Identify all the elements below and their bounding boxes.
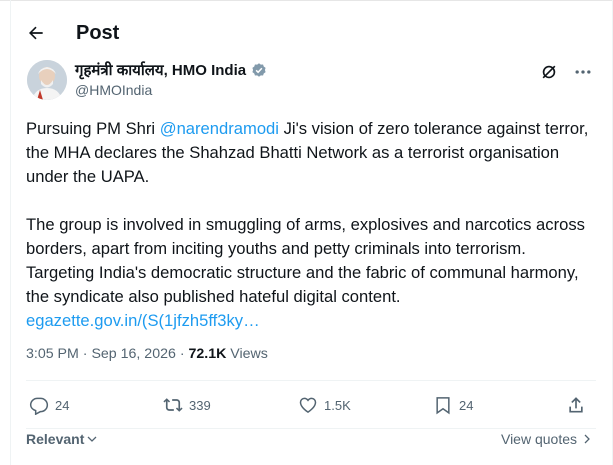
post-top-actions	[539, 62, 593, 82]
verified-badge-icon	[252, 63, 266, 77]
like-count: 1.5K	[324, 397, 351, 413]
reply-button[interactable]: 24	[29, 395, 69, 415]
post-time[interactable]: 3:05 PM	[26, 346, 79, 362]
page-header: Post	[10, 14, 119, 52]
post-paragraph-1: Pursuing PM Shri @narendramodi Ji's visi…	[26, 119, 589, 186]
repost-count: 339	[189, 397, 211, 413]
like-icon	[299, 397, 317, 413]
share-button[interactable]	[566, 395, 586, 415]
post-paragraph-2: The group is involved in smuggling of ar…	[26, 215, 585, 330]
grok-icon[interactable]	[539, 62, 559, 82]
divider	[26, 428, 596, 429]
views-label: Views	[226, 346, 268, 362]
sort-replies-dropdown[interactable]: Relevant	[26, 431, 98, 447]
post-date[interactable]: Sep 16, 2026	[91, 346, 175, 362]
views-count: 72.1K	[188, 346, 227, 362]
repost-button[interactable]: 339	[163, 395, 211, 415]
page-title: Post	[76, 21, 120, 44]
divider	[26, 380, 596, 381]
chevron-down-icon	[87, 436, 97, 442]
mention-link[interactable]: @narendramodi	[160, 119, 279, 138]
bookmark-button[interactable]: 24	[433, 395, 473, 415]
avatar[interactable]	[27, 60, 67, 100]
author-name[interactable]: गृहमंत्री कार्यालय, HMO India	[75, 60, 246, 80]
reply-icon	[29, 397, 49, 415]
view-quotes-label: View quotes	[500, 431, 577, 447]
like-button[interactable]: 1.5K	[298, 395, 351, 415]
back-button[interactable]	[16, 14, 56, 52]
author-handle[interactable]: @HMOIndia	[75, 82, 152, 98]
post-meta: 3:05 PM · Sep 16, 2026 · 72.1K Views	[26, 346, 268, 362]
author-name-row[interactable]: गृहमंत्री कार्यालय, HMO India	[75, 60, 268, 80]
reply-count: 24	[55, 397, 70, 413]
bookmark-icon	[436, 397, 450, 415]
engagement-bar: 24 339 1.5K 24	[26, 395, 596, 421]
bookmark-count: 24	[459, 397, 474, 413]
view-quotes-link[interactable]: View quotes	[501, 431, 593, 447]
share-icon	[569, 397, 583, 413]
back-arrow-icon	[29, 26, 43, 40]
gazette-link[interactable]: egazette.gov.in/(S(1jfzh5ff3ky…	[26, 311, 260, 330]
post-text: Pursuing PM Shri @narendramodi Ji's visi…	[26, 117, 596, 333]
repost-icon	[163, 398, 183, 412]
sort-label: Relevant	[26, 431, 85, 447]
avatar-image	[27, 60, 67, 100]
more-icon[interactable]	[573, 62, 593, 82]
chevron-right-icon	[584, 434, 590, 444]
